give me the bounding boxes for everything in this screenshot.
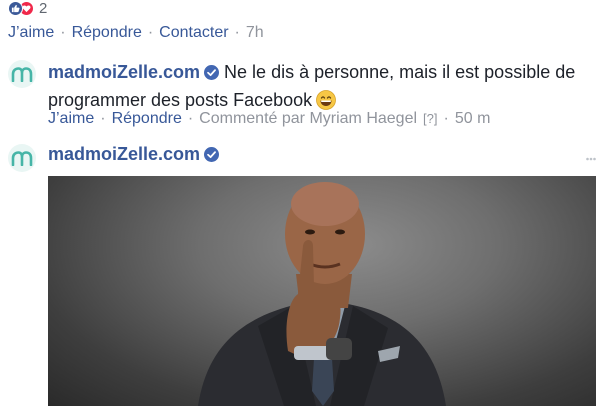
more-options-icon[interactable]: [586, 148, 596, 161]
comment-like-link[interactable]: J’aime: [48, 110, 94, 128]
reactions-summary[interactable]: 2: [8, 0, 48, 17]
separator-dot: ·: [147, 24, 154, 41]
madmoizelle-logo-icon: [11, 67, 33, 82]
avatar[interactable]: [8, 60, 36, 88]
reply-link[interactable]: Répondre: [72, 24, 142, 42]
separator-dot: ·: [443, 110, 449, 127]
contact-link[interactable]: Contacter: [159, 24, 228, 42]
comment-reply-link[interactable]: Répondre: [112, 110, 182, 128]
post-actions: J’aime · Répondre · Contacter · 7h: [8, 24, 264, 42]
avatar[interactable]: [8, 144, 36, 172]
separator-dot: ·: [60, 24, 66, 41]
comment-author-row: madmoiZelle.com: [48, 144, 224, 167]
separator-dot: ·: [187, 110, 194, 127]
comment-timestamp[interactable]: 50 m: [455, 110, 491, 128]
verified-badge-icon: [204, 61, 220, 87]
separator-dot: ·: [234, 24, 240, 41]
like-link[interactable]: J’aime: [8, 24, 54, 42]
person-shush-illustration: [198, 182, 446, 406]
shush-gesture-image[interactable]: [48, 176, 596, 406]
reaction-count: 2: [39, 0, 48, 17]
post-timestamp[interactable]: 7h: [246, 24, 264, 42]
comment-author-link[interactable]: madmoiZelle.com: [48, 144, 200, 164]
comment-actions: J’aime · Répondre · Commenté par Myriam …: [48, 110, 490, 128]
like-icon: [8, 0, 23, 16]
madmoizelle-logo-icon: [11, 151, 33, 166]
comment-author-link[interactable]: madmoiZelle.com: [48, 62, 200, 82]
commented-by-text: Commenté par Myriam Haegel: [199, 110, 418, 127]
separator-dot: ·: [100, 110, 106, 127]
help-link[interactable]: [?]: [423, 111, 437, 126]
verified-badge-icon: [204, 146, 220, 167]
comment-body: madmoiZelle.com Ne le dis à personne, mai…: [48, 59, 588, 117]
